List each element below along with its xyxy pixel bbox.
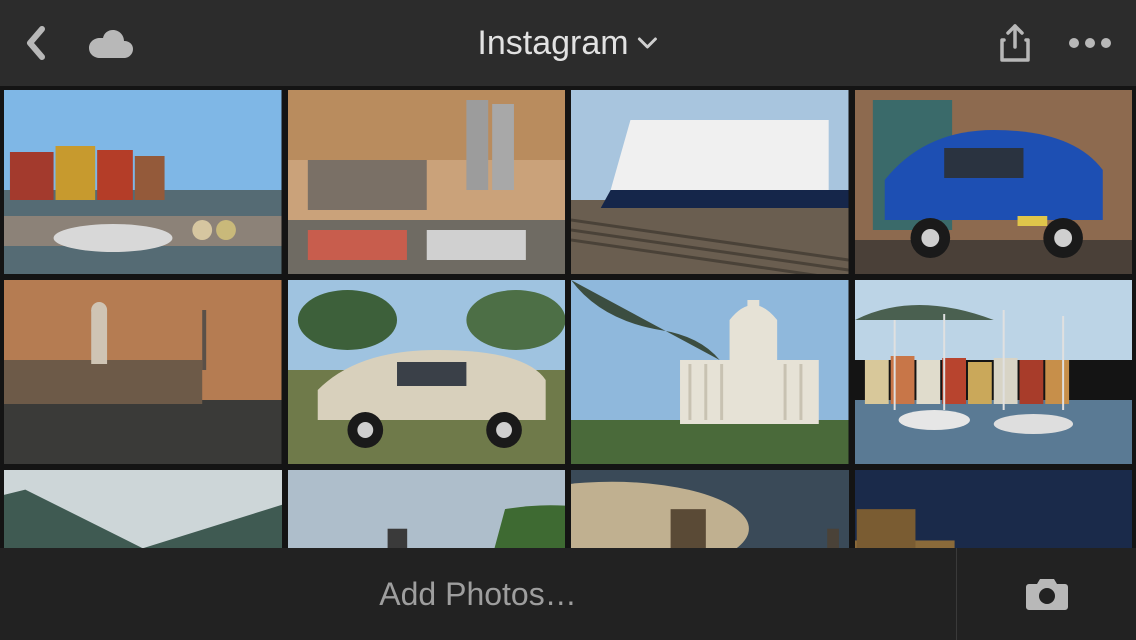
share-button[interactable] bbox=[998, 23, 1032, 63]
photo-white-classic-car bbox=[288, 280, 566, 464]
photo-river-skyline bbox=[288, 90, 566, 274]
camera-icon bbox=[1025, 576, 1069, 612]
photo-thumb[interactable] bbox=[288, 90, 566, 274]
photo-church-evening bbox=[571, 470, 849, 548]
share-icon bbox=[998, 23, 1032, 63]
photo-blue-vintage-car bbox=[855, 90, 1133, 274]
photo-thumb[interactable] bbox=[4, 280, 282, 464]
photo-thumb[interactable] bbox=[855, 470, 1133, 548]
more-button[interactable] bbox=[1068, 37, 1112, 49]
app-root: Instagram bbox=[0, 0, 1136, 640]
photo-thumb[interactable] bbox=[855, 90, 1133, 274]
back-button[interactable] bbox=[24, 25, 46, 61]
photo-cruise-ship bbox=[571, 90, 849, 274]
camera-button[interactable] bbox=[956, 548, 1136, 640]
header-right bbox=[998, 23, 1112, 63]
photo-thumb[interactable] bbox=[288, 470, 566, 548]
more-icon bbox=[1068, 37, 1112, 49]
photo-harbor-houses bbox=[4, 90, 282, 274]
header-left bbox=[24, 25, 134, 61]
footer-bar: Add Photos… bbox=[0, 548, 1136, 640]
photo-thumb[interactable] bbox=[4, 470, 282, 548]
photo-marina-town bbox=[855, 280, 1133, 464]
photo-fortress-sunset bbox=[4, 280, 282, 464]
cloud-icon bbox=[86, 27, 134, 59]
add-photos-label: Add Photos… bbox=[379, 576, 576, 613]
photo-dusk-building bbox=[855, 470, 1133, 548]
photo-green-hill-statue bbox=[288, 470, 566, 548]
photo-thumb[interactable] bbox=[855, 280, 1133, 464]
photo-thumb[interactable] bbox=[571, 280, 849, 464]
photo-mountain-fjord bbox=[4, 470, 282, 548]
photo-thumb[interactable] bbox=[288, 280, 566, 464]
photo-thumb[interactable] bbox=[4, 90, 282, 274]
header-bar: Instagram bbox=[0, 0, 1136, 86]
chevron-left-icon bbox=[24, 25, 46, 61]
add-photos-button[interactable]: Add Photos… bbox=[0, 548, 956, 640]
collection-title-button[interactable]: Instagram bbox=[477, 24, 658, 63]
cloud-sync-button[interactable] bbox=[86, 27, 134, 59]
photo-thumb[interactable] bbox=[571, 470, 849, 548]
photo-capitol-building bbox=[571, 280, 849, 464]
photo-thumb[interactable] bbox=[571, 90, 849, 274]
photo-grid bbox=[0, 86, 1136, 548]
collection-title: Instagram bbox=[477, 24, 628, 63]
chevron-down-icon bbox=[637, 36, 659, 50]
